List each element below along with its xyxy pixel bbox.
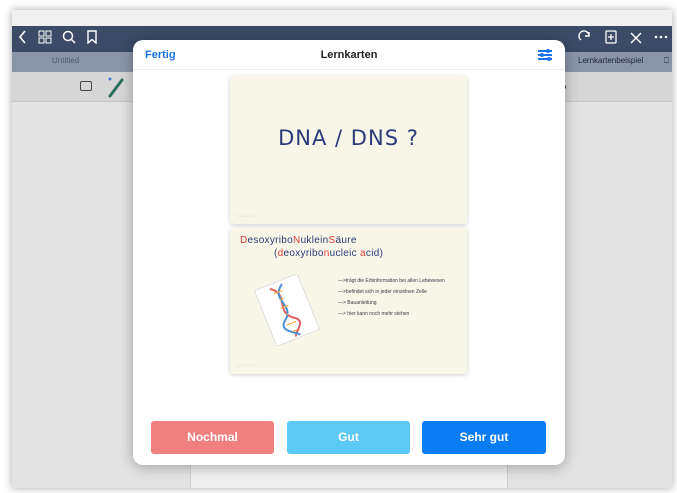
flashcard-modal: Fertig Lernkarten DNA / DNS ? ▭▭▭▭ Desox…	[133, 40, 565, 465]
card-watermark: ▭▭▭▭	[236, 363, 255, 369]
translation-part: cid)	[365, 248, 384, 259]
translation-part: eoxyribo	[283, 248, 324, 259]
term-part: äure	[335, 235, 357, 246]
pen-tool-icon[interactable]	[106, 76, 130, 98]
term-part: uklein	[300, 235, 329, 246]
term-part: D	[240, 235, 248, 246]
list-item: —>trägt die Erbinformation bei allen Leb…	[338, 278, 445, 284]
modal-header: Fertig Lernkarten	[133, 40, 565, 70]
card-watermark: ▭▭▭▭	[236, 213, 255, 219]
term-part: esoxyribo	[247, 235, 294, 246]
card-translation: (deoxyribonucleic acid)	[274, 248, 383, 259]
term-part: N	[293, 235, 301, 246]
grid-icon[interactable]	[38, 30, 52, 48]
tab-lernkartenbeispiel[interactable]: Lernkartenbeispiel	[578, 56, 643, 65]
search-icon[interactable]	[62, 30, 76, 48]
flashcard-back[interactable]: DesoxyriboNukleinSäure (deoxyribonucleic…	[230, 228, 467, 374]
translation-part: ucleic	[329, 248, 361, 259]
dna-illustration	[253, 274, 321, 346]
app-window: Untitled Lernkartenbeispiel ⎕ Fertig Ler…	[12, 10, 672, 488]
sliders-icon[interactable]	[538, 49, 552, 61]
back-chevron-icon[interactable]	[18, 30, 28, 48]
good-button[interactable]: Gut	[287, 421, 410, 454]
bookmark-icon[interactable]	[86, 30, 98, 48]
modal-title: Lernkarten	[320, 49, 378, 61]
close-icon[interactable]	[630, 30, 642, 48]
list-item: —> Bauanleitung	[338, 300, 377, 306]
card-bullet-list: —>trägt die Erbinformation bei allen Leb…	[338, 276, 445, 320]
card-question: DNA / DNS ?	[278, 126, 419, 150]
list-item: —>befindet sich in jeder einzelnen Zelle	[338, 289, 427, 295]
keyboard-icon[interactable]	[80, 81, 92, 91]
tab-overflow-marker: ⎕	[664, 56, 669, 65]
more-icon[interactable]	[654, 30, 668, 48]
very-good-button[interactable]: Sehr gut	[422, 421, 546, 454]
again-button[interactable]: Nochmal	[151, 421, 274, 454]
redo-icon[interactable]	[578, 30, 592, 48]
card-term: DesoxyriboNukleinSäure	[240, 235, 357, 246]
flashcard-front[interactable]: DNA / DNS ? ▭▭▭▭	[230, 76, 467, 224]
list-item: —> hier kann noch mehr stehen	[338, 311, 410, 317]
add-page-icon[interactable]	[604, 30, 618, 48]
tab-untitled[interactable]: Untitled	[52, 56, 79, 65]
